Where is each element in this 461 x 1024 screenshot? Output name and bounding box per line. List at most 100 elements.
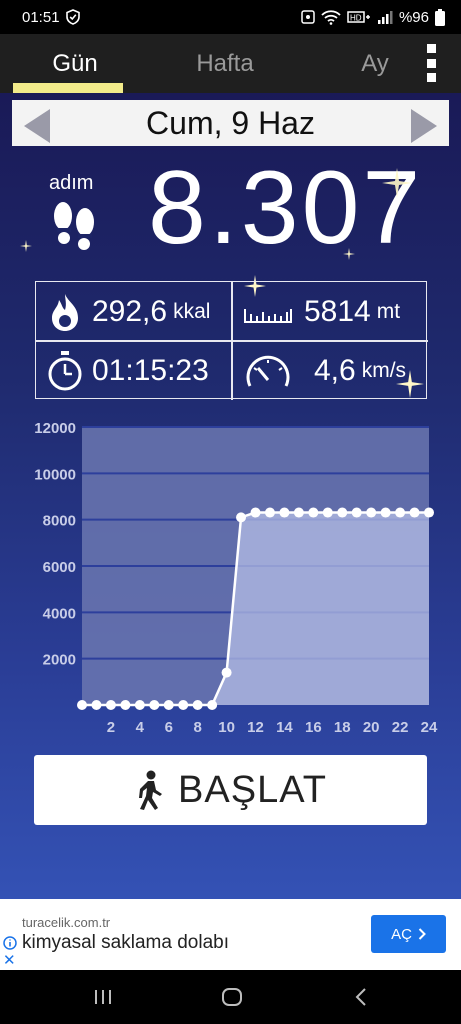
x-tick-label: 4 [136, 719, 145, 736]
x-tick-label: 20 [363, 719, 380, 736]
x-tick-label: 24 [421, 719, 438, 736]
home-icon[interactable] [221, 987, 243, 1007]
start-button[interactable]: BAŞLAT [34, 755, 427, 825]
chart-data-point [178, 700, 189, 710]
chart-data-point [337, 507, 348, 518]
back-icon[interactable] [354, 987, 368, 1007]
x-tick-label: 12 [247, 719, 264, 736]
chart-data-point [192, 700, 203, 710]
chart-data-point [163, 700, 174, 710]
ruler-icon [244, 308, 292, 323]
stats-grid: 292,6 kkal 5814 mt 01:15:23 4,6 km/s [35, 281, 428, 400]
speed-value: 4,6 [314, 353, 356, 387]
stopwatch-icon [48, 350, 82, 390]
calories-value: 292,6 [92, 294, 168, 328]
duration-value: 01:15:23 [92, 353, 209, 387]
battery-icon [435, 8, 445, 26]
status-time: 01:51 [22, 8, 60, 26]
chart-data-point [149, 700, 160, 710]
sparkle-icon [382, 168, 412, 198]
info-icon[interactable] [3, 936, 17, 950]
ad-title[interactable]: kimyasal saklama dolabı [22, 932, 229, 954]
start-button-label: BAŞLAT [178, 768, 327, 811]
system-nav-bar [0, 970, 461, 1024]
flame-icon [52, 293, 78, 331]
alarm-icon [301, 10, 315, 24]
calories-unit: kkal [173, 299, 211, 323]
signal-icon [377, 11, 393, 24]
y-tick-label: 4000 [43, 605, 76, 622]
overflow-menu-button[interactable] [421, 44, 441, 82]
previous-day-button[interactable] [24, 109, 50, 143]
main-panel: Cum, 9 Haz adım 8.307 292,6 kkal 5814 mt… [0, 93, 461, 899]
footprints-icon [54, 202, 94, 250]
tab-day[interactable]: Gün [0, 34, 150, 93]
chart-data-point [236, 512, 247, 523]
period-tabs: Gün Hafta Ay [0, 34, 461, 93]
chevron-right-icon [418, 928, 426, 940]
y-tick-label: 8000 [43, 513, 76, 530]
date-bar: Cum, 9 Haz [12, 100, 449, 146]
chart-data-point [207, 700, 218, 710]
battery-percent: %96 [398, 8, 429, 26]
wifi-icon [321, 9, 341, 25]
tab-week[interactable]: Hafta [150, 34, 300, 93]
chart-data-point [134, 700, 145, 710]
speedometer-icon [246, 355, 290, 387]
chart-data-point [380, 507, 391, 518]
chart-data-point [424, 507, 434, 518]
x-tick-label: 14 [276, 719, 293, 736]
svg-text:HD: HD [350, 14, 362, 23]
x-tick-label: 18 [334, 719, 351, 736]
calories-stat: 292,6 kkal [36, 282, 232, 341]
distance-value: 5814 [304, 294, 371, 328]
y-tick-label: 2000 [43, 652, 76, 669]
x-tick-label: 16 [305, 719, 322, 736]
chart-data-point [395, 507, 406, 518]
ad-domain: turacelik.com.tr [22, 915, 111, 930]
chart-data-point [250, 507, 261, 518]
date-label: Cum, 9 Haz [146, 104, 315, 141]
chart-data-point [322, 507, 333, 518]
y-tick-label: 12000 [34, 420, 76, 437]
chart-data-point [264, 507, 275, 518]
ad-banner[interactable]: turacelik.com.tr kimyasal saklama dolabı… [0, 899, 461, 970]
x-tick-label: 10 [218, 719, 235, 736]
volte-icon: HD [347, 11, 370, 23]
status-bar: 01:51 HD %96 [0, 0, 461, 34]
menu-dot-icon [426, 58, 436, 68]
y-tick-label: 10000 [34, 466, 76, 483]
chart-data-point [221, 667, 232, 678]
x-tick-label: 2 [107, 719, 115, 736]
shield-check-icon [65, 9, 80, 25]
walking-icon [139, 770, 163, 810]
tab-day-label: Gün [52, 49, 98, 77]
distance-unit: mt [376, 299, 401, 323]
ad-open-button[interactable]: AÇ [371, 915, 446, 953]
x-tick-label: 22 [392, 719, 409, 736]
chart-data-point [77, 700, 87, 710]
speed-unit: km/s [361, 358, 407, 382]
duration-stat: 01:15:23 [36, 341, 232, 400]
distance-stat: 5814 mt [232, 282, 428, 341]
chart-data-point [308, 507, 319, 518]
x-tick-label: 8 [193, 719, 201, 736]
y-tick-label: 6000 [43, 559, 76, 576]
ad-close-icon[interactable]: ✕ [3, 951, 16, 969]
next-day-button[interactable] [411, 109, 437, 143]
tab-month-label: Ay [361, 49, 389, 77]
chart-data-point [293, 507, 304, 518]
tab-week-label: Hafta [196, 49, 254, 77]
steps-label: adım [49, 172, 94, 194]
ad-open-label: AÇ [391, 925, 412, 943]
speed-stat: 4,6 km/s [232, 341, 428, 400]
hourly-steps-chart: 200040006000800010000120002 4 6 8 10 12 14 16 18… [34, 420, 438, 736]
sparkle-icon [343, 248, 355, 260]
menu-dot-icon [426, 44, 436, 53]
recent-apps-icon[interactable] [93, 988, 113, 1006]
chart-data-point [409, 507, 420, 518]
chart-data-point [366, 507, 377, 518]
chart-data-point [279, 507, 290, 518]
menu-dot-icon [426, 73, 436, 82]
x-tick-label: 6 [165, 719, 173, 736]
